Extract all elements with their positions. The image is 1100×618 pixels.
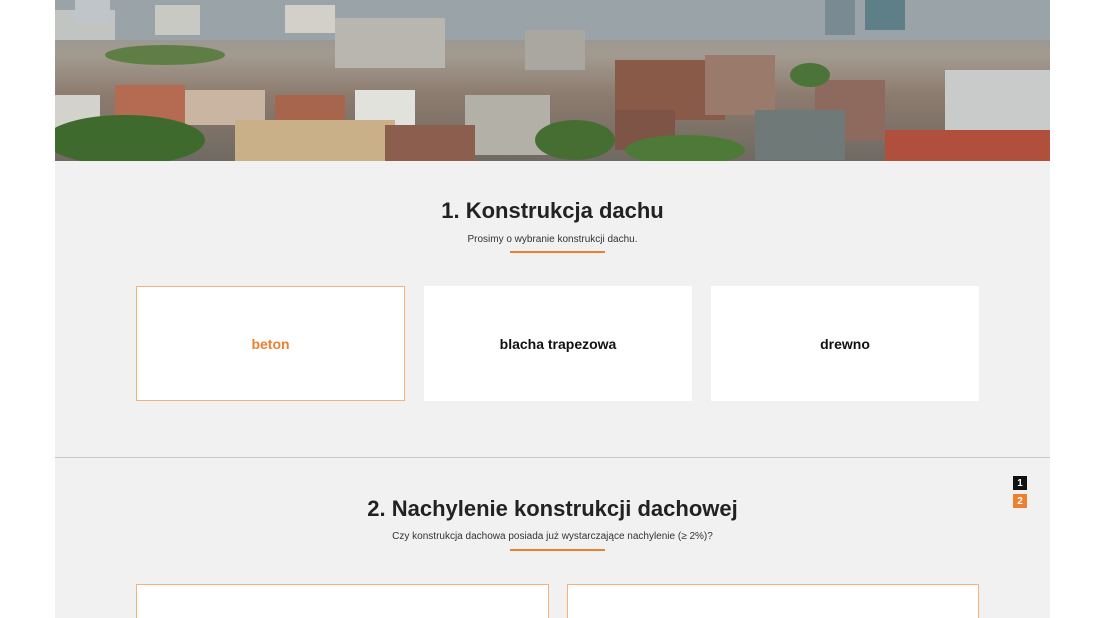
option-drewno-label: drewno: [820, 335, 870, 352]
slope-option-card-2[interactable]: [567, 584, 979, 618]
configurator-page: 1. Konstrukcja dachu Prosimy o wybranie …: [55, 0, 1050, 618]
slope-option-card-1[interactable]: [136, 584, 549, 618]
option-drewno-card[interactable]: drewno: [711, 286, 979, 401]
option-blacha-trapezowa-label: blacha trapezowa: [499, 335, 617, 352]
option-blacha-trapezowa-card[interactable]: blacha trapezowa: [424, 286, 692, 401]
pager-item-1[interactable]: 1: [1013, 476, 1027, 490]
option-beton-card[interactable]: beton: [136, 286, 405, 401]
hero-city-image: [55, 0, 1050, 161]
section-1-underline: [510, 251, 605, 253]
section-1-subtitle: Prosimy o wybranie konstrukcji dachu.: [467, 234, 638, 245]
section-1-title: 1. Konstrukcja dachu: [441, 198, 664, 223]
section-2-title: 2. Nachylenie konstrukcji dachowej: [367, 496, 738, 521]
section-2-subtitle: Czy konstrukcja dachowa posiada już wyst…: [392, 531, 713, 542]
section-divider: [55, 457, 1050, 458]
option-beton-label: beton: [251, 335, 290, 352]
section-2-underline: [510, 549, 605, 551]
city-skyline-photo: [55, 0, 1050, 161]
